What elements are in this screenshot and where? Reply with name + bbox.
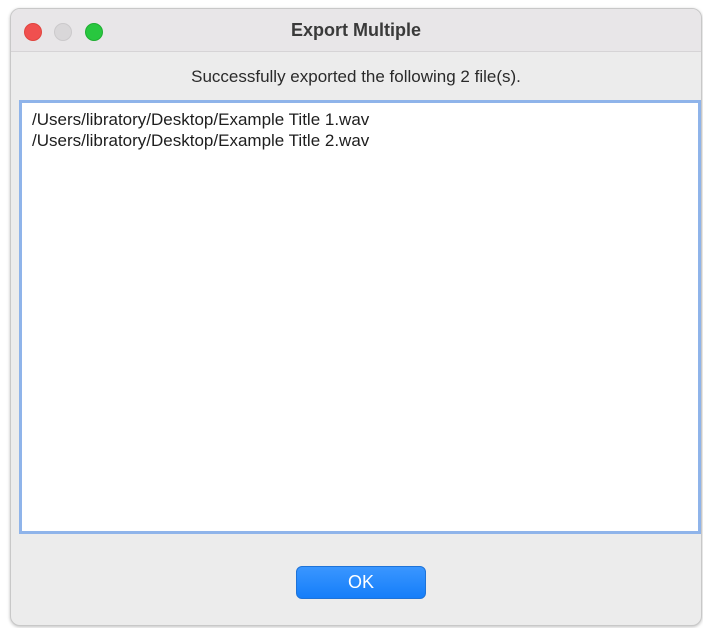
window-title: Export Multiple: [291, 20, 421, 40]
list-item[interactable]: /Users/libratory/Desktop/Example Title 2…: [32, 130, 688, 151]
title-bar[interactable]: Export Multiple: [11, 9, 701, 52]
list-item[interactable]: /Users/libratory/Desktop/Example Title 1…: [32, 109, 688, 130]
status-message: Successfully exported the following 2 fi…: [191, 67, 521, 86]
exported-files-list[interactable]: /Users/libratory/Desktop/Example Title 1…: [19, 100, 701, 534]
export-multiple-dialog: Export Multiple Successfully exported th…: [10, 8, 702, 626]
ok-button[interactable]: OK: [296, 566, 426, 599]
